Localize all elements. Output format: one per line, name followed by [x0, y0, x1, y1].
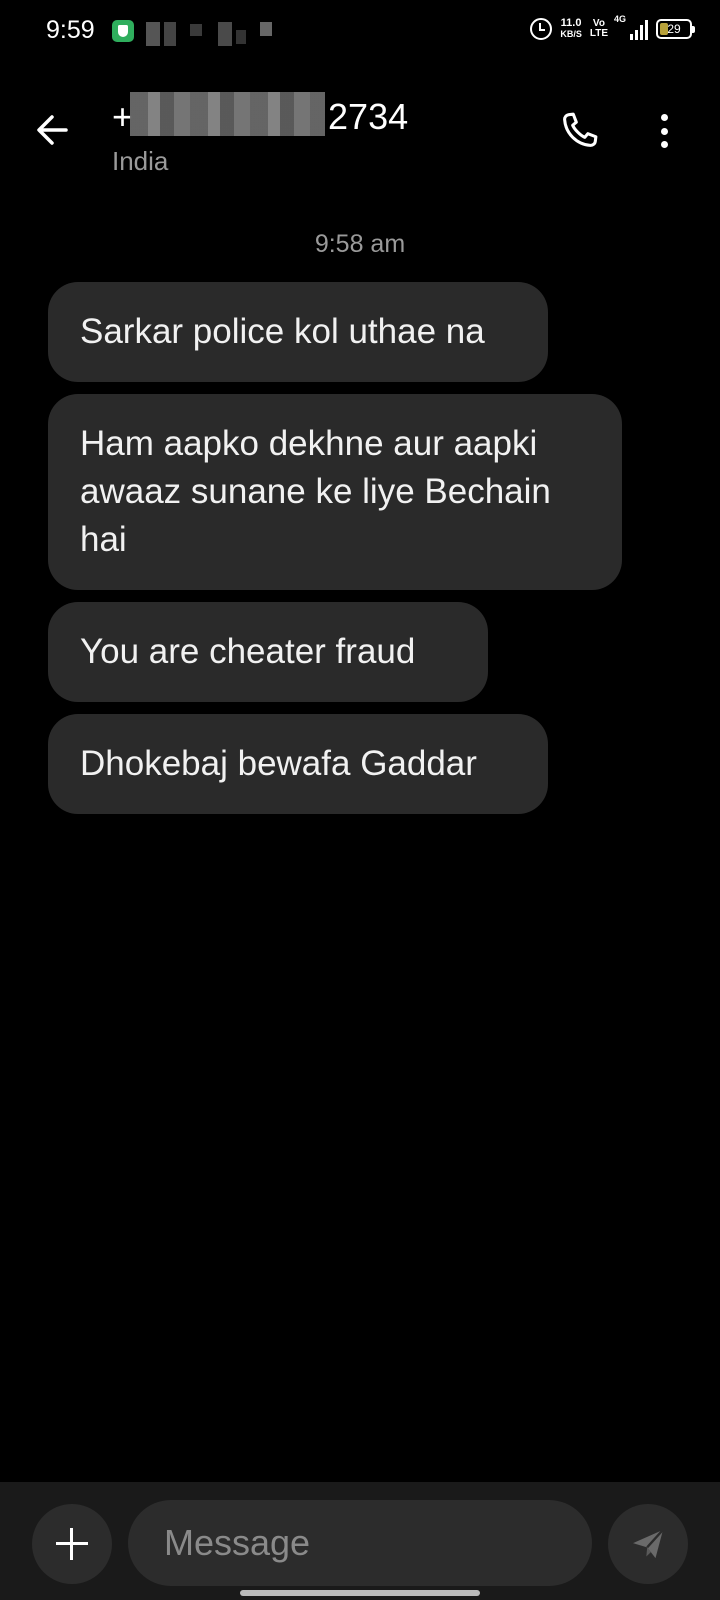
message-timestamp: 9:58 am	[314, 230, 406, 258]
redacted-number	[130, 92, 325, 136]
network-speed-unit: KB/S	[560, 29, 582, 39]
message-bubble[interactable]: Dhokebaj bewafa Gaddar	[48, 714, 548, 814]
more-options-button[interactable]	[644, 108, 684, 154]
signal-icon: 4G	[614, 14, 648, 40]
contact-subtitle: India	[112, 146, 169, 176]
more-vert-icon	[660, 141, 668, 148]
send-button[interactable]	[608, 1504, 688, 1584]
add-attachment-button[interactable]	[32, 1504, 112, 1584]
redacted-notification-icons	[146, 22, 160, 46]
home-indicator[interactable]	[240, 1590, 480, 1596]
message-bubble[interactable]: Sarkar police kol uthae na	[48, 282, 548, 382]
redacted-notification-icons	[236, 30, 246, 44]
signal-bar	[635, 30, 638, 40]
shield-app-icon	[112, 20, 134, 42]
alarm-icon	[530, 18, 553, 40]
redacted-notification-icons	[218, 22, 232, 46]
message-composer	[0, 1482, 720, 1600]
back-arrow-icon	[37, 115, 68, 145]
signal-bar	[630, 34, 633, 40]
message-input[interactable]	[128, 1500, 592, 1586]
redacted-notification-icons	[190, 24, 202, 36]
status-time: 9:59	[46, 16, 95, 44]
network-speed: 11.0 KB/S	[560, 18, 582, 40]
network-type: 4G	[614, 14, 627, 24]
volte-bottom: LTE	[589, 28, 608, 39]
battery-percent: 29	[667, 22, 681, 36]
more-vert-icon	[660, 114, 668, 121]
back-button[interactable]	[30, 108, 82, 152]
volte-indicator: Vo LTE	[590, 19, 608, 39]
message-bubble[interactable]: Ham aapko dekhne aur aapki awaaz sunane …	[48, 394, 622, 590]
call-button[interactable]	[556, 108, 602, 154]
message-bubble[interactable]: You are cheater fraud	[48, 602, 488, 702]
network-speed-value: 11.0	[560, 17, 582, 29]
status-bar: 9:59 11.0 KB/S Vo LTE 4G 29	[0, 0, 720, 64]
conversation-header: +2734 India	[0, 64, 720, 194]
status-icons: 11.0 KB/S Vo LTE 4G 29	[530, 14, 695, 40]
more-vert-icon	[660, 127, 668, 135]
signal-bar	[640, 25, 643, 40]
redacted-notification-icons	[164, 22, 176, 46]
contact-suffix: 2734	[328, 96, 409, 137]
signal-bar	[645, 20, 648, 40]
battery-icon: 29	[656, 19, 695, 39]
phone-icon	[563, 112, 598, 147]
send-icon	[633, 1529, 664, 1559]
message-thread: Sarkar police kol uthae na Ham aapko dek…	[48, 282, 688, 814]
redacted-notification-icons	[260, 22, 272, 36]
